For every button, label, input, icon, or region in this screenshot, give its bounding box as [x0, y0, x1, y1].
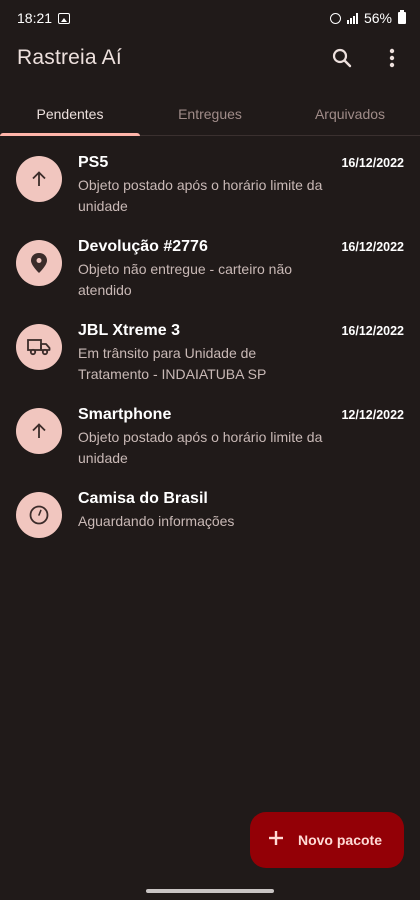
package-title: Camisa do Brasil	[78, 490, 208, 507]
new-package-label: Novo pacote	[297, 832, 382, 848]
battery-icon	[398, 10, 406, 24]
alarm-icon	[329, 12, 341, 24]
gallery-notification-icon	[58, 12, 71, 24]
tab-pendentes[interactable]: Pendentes	[0, 92, 140, 136]
home-indicator[interactable]	[146, 889, 274, 893]
package-title: Devolução #2776	[78, 238, 208, 255]
status-time: 18:21	[17, 10, 53, 26]
plus-icon	[268, 830, 284, 851]
package-date: 16/12/2022	[341, 156, 404, 170]
package-status: Objeto postado após o horário limite da …	[78, 429, 323, 466]
arrow-up-icon	[16, 408, 62, 454]
package-title: PS5	[78, 154, 109, 171]
package-title: JBL Xtreme 3	[78, 322, 180, 339]
package-title: Smartphone	[78, 406, 172, 423]
package-status: Em trânsito para Unidade de Tratamento -…	[78, 345, 267, 382]
tab-bar: Pendentes Entregues Arquivados	[0, 92, 420, 136]
clock-icon	[16, 492, 62, 538]
new-package-button[interactable]: Novo pacote	[249, 812, 404, 868]
package-date: 12/12/2022	[341, 408, 404, 422]
arrow-up-icon	[16, 156, 62, 202]
list-item[interactable]: Camisa do Brasil Aguardando informações	[0, 480, 420, 564]
list-item[interactable]: JBL Xtreme 3 Em trânsito para Unidade de…	[0, 312, 420, 396]
package-status: Aguardando informações	[78, 513, 235, 529]
list-item[interactable]: Devolução #2776 Objeto não entregue - ca…	[0, 228, 420, 312]
package-status: Objeto não entregue - carteiro não atend…	[78, 261, 293, 298]
list-item[interactable]: PS5 Objeto postado após o horário limite…	[0, 144, 420, 228]
truck-icon	[16, 324, 62, 370]
package-date: 16/12/2022	[341, 324, 404, 338]
tab-arquivados[interactable]: Arquivados	[280, 92, 420, 135]
list-item[interactable]: Smartphone Objeto postado após o horário…	[0, 396, 420, 480]
package-date: 16/12/2022	[341, 240, 404, 254]
battery-percent: 56%	[363, 10, 392, 26]
package-list: PS5 Objeto postado após o horário limite…	[0, 136, 420, 564]
more-vert-icon[interactable]	[380, 46, 404, 70]
package-status: Objeto postado após o horário limite da …	[78, 177, 323, 214]
app-bar: Rastreia Aí	[0, 36, 420, 80]
status-bar: 18:21 56%	[0, 0, 420, 36]
app-title: Rastreia Aí	[17, 46, 122, 69]
search-icon[interactable]	[330, 46, 354, 70]
location-pin-icon	[16, 240, 62, 286]
tab-entregues[interactable]: Entregues	[140, 92, 280, 135]
signal-icon	[346, 12, 358, 24]
